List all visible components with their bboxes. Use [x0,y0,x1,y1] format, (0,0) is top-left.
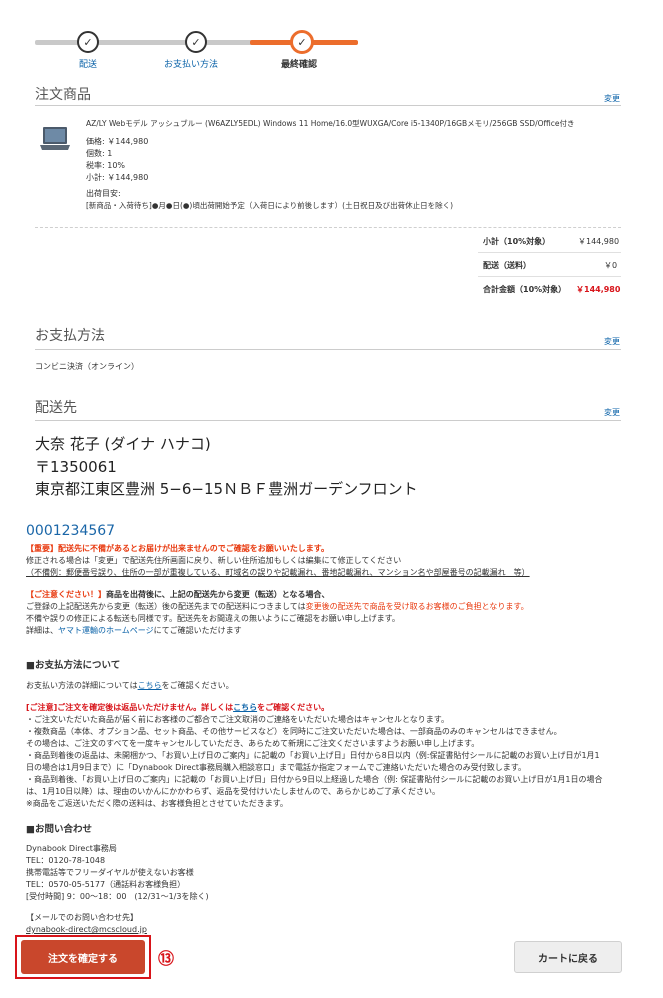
summary-total-label: 合計金額（10%対象） [483,285,567,294]
payinfo-detail-suffix: をご確認ください。 [161,681,234,690]
product-subtotal: 小計: ￥144,980 [86,173,149,182]
payinfo-warning-prefix: [ご注意]ご注文を確定後は返品いただけません。詳しくは [26,703,234,712]
summary-total-value: ￥144,980 [576,285,621,294]
payinfo-detail-prefix: お支払い方法の詳細については [26,681,138,690]
step-1-check-icon: ✓ [77,31,99,53]
ship-estimate-note: [新商品・入荷待ち]●月●日(●)頃出荷開始予定（入荷日により前後します）(土日… [86,201,454,210]
payinfo-detail-line: お支払い方法の詳細についてはこちらをご確認ください。 [26,680,234,692]
payment-section-title: お支払方法 [35,328,105,344]
summary-divider-2 [478,276,621,277]
payment-title-divider [35,349,621,350]
return-policy-link[interactable]: こちら [233,703,257,712]
payinfo-bullet: ・複数商品（本体、オプション品、セット商品、その他サービスなど）を同時にご注文い… [26,727,562,736]
recipient-name: 大奈 花子 (ダイナ ハナコ) [35,435,211,453]
contact-line: Dynabook Direct事務局 [26,844,117,853]
step-3-check-icon: ✓ [290,30,314,54]
payinfo-bullet: その場合は、ご注文のすべてを一度キャンセルしていただき、あらためて新規にご注文く… [26,739,480,748]
payinfo-heading: ■お支払方法について [26,660,121,671]
payinfo-bullet: 日の場合は1月9日まで）に「Dynabook Direct事務局購入相談窓口」ま… [26,763,526,772]
summary-divider-1 [478,252,621,253]
contact-line: [受付時間] 9：00〜18：00 (12/31〜1/3を除く) [26,892,209,901]
payinfo-bullet: は、1月10日以降）は、理由のいかんにかかわらず、返品を受付けいたしませんので、… [26,787,440,796]
step-13-marker: ⑬ [158,949,175,968]
contact-line: 携帯電話等でフリーダイヤルが使えないお客様 [26,868,194,877]
important-notice: 【重要】配送先に不備があるとお届けが出来ませんのでご確認をお願いいたします。 [26,544,329,553]
summary-shipping-value: ￥0 [604,261,618,270]
confirm-order-button[interactable]: 注文を確定する [21,940,145,974]
caution-line-4: 詳細は、ヤマト運輸のホームページにてご確認いただけます [26,625,242,637]
payinfo-bullet: ・商品到着後の返品は、未開梱かつ、「お買い上げ日のご案内」に記載の「お買い上げ日… [26,751,600,760]
step-label-payment[interactable]: お支払い方法 [164,57,218,70]
laptop-icon [40,127,70,150]
payment-change-link[interactable]: 変更 [604,336,620,347]
yamato-homepage-link[interactable]: ヤマト運輸のホームページ [58,626,154,635]
product-quantity: 個数: 1 [86,149,113,158]
order-change-link[interactable]: 変更 [604,93,620,104]
recipient-zip: 〒1350061 [35,458,117,476]
caution-line-3: 不備や誤りの修正による転送も同様です。配送先をお間違えの無いようにご確認をお願い… [26,614,400,623]
caution-detail-suffix: にてご確認いただけます [153,626,242,635]
product-tax-rate: 税率: 10% [86,161,126,170]
back-to-cart-button[interactable]: カートに戻る [514,941,622,973]
step-label-confirm: 最終確認 [281,60,318,70]
payinfo-bullet: ※商品をご返送いただく際の送料は、お客様負担とさせていただきます。 [26,799,288,808]
payinfo-details-link[interactable]: こちら [138,681,162,690]
payinfo-warning: [ご注意]ご注文を確定後は返品いただけません。詳しくはこちらをご確認ください。 [26,702,329,714]
ship-estimate-label: 出荷目安: [86,189,121,198]
contact-heading: ■お問い合わせ [26,824,92,835]
shipping-title-divider [35,420,621,421]
contact-line: TEL：0570-05-5177（通話料お客様負担） [26,880,186,889]
step-2-check-icon: ✓ [185,31,207,53]
caution-tag: 【ご注意ください！】 [26,590,106,599]
order-section-title: 注文商品 [35,87,91,103]
important-instruction: 修正される場合は「変更」で配送先住所画面に戻り、新しい住所追加もしくは編集にて修… [26,556,402,565]
product-name: AZ/LY Webモデル アッシュブルー (W6AZLY5EDL) Window… [86,119,575,128]
summary-subtotal-value: ￥144,980 [578,237,620,246]
mail-heading: 【メールでのお問い合わせ先】 [26,913,138,922]
important-examples: （不備例：郵便番号誤り、住所の一部が重複している、町域名の誤りや記載漏れ、番地記… [26,568,530,577]
order-title-divider [35,105,621,106]
summary-shipping-label: 配送（送料） [483,261,531,270]
summary-subtotal-label: 小計（10%対象） [483,237,551,246]
product-price: 価格: ￥144,980 [86,137,149,146]
caution-detail-prefix: 詳細は、 [26,626,58,635]
recipient-address: 東京都江東区豊洲 5−6−15ＮＢＦ豊洲ガーデンフロント [35,480,418,498]
product-thumbnail [38,125,72,153]
shipping-section-title: 配送先 [35,400,77,416]
payment-method: コンビニ決済（オンライン） [35,362,139,371]
step-label-delivery[interactable]: 配送 [79,57,97,70]
payinfo-bullet: ・商品到着後、「お買い上げ日のご案内」に記載の「お買い上げ日」日付から9日以上経… [26,775,603,784]
payinfo-warning-suffix: をご確認ください。 [257,703,330,712]
caution-line-2: ご登録の上記配送先から変更（転送）後の配送先までの配送料につきましては変更後の配… [26,601,529,613]
order-dashed-divider [35,227,621,228]
payinfo-bullet: ・ご注文いただいた商品が届く前にお客様のご都合でご注文取消のご連絡をいただいた場… [26,715,449,724]
recipient-phone: 0001234567 [26,523,116,539]
shipping-change-link[interactable]: 変更 [604,407,620,418]
caution-fee-highlight: 変更後の配送先で商品を受け取るお客様のご負担となります。 [305,602,529,611]
caution-fee-text: ご登録の上記配送先から変更（転送）後の配送先までの配送料につきましては [26,602,306,611]
caution-line-1: 【ご注意ください！】商品を出荷後に、上記の配送先から変更（転送）となる場合、 [26,589,330,601]
caution-text: 商品を出荷後に、上記の配送先から変更（転送）となる場合、 [106,590,330,599]
contact-line: TEL：0120-78-1048 [26,856,106,865]
